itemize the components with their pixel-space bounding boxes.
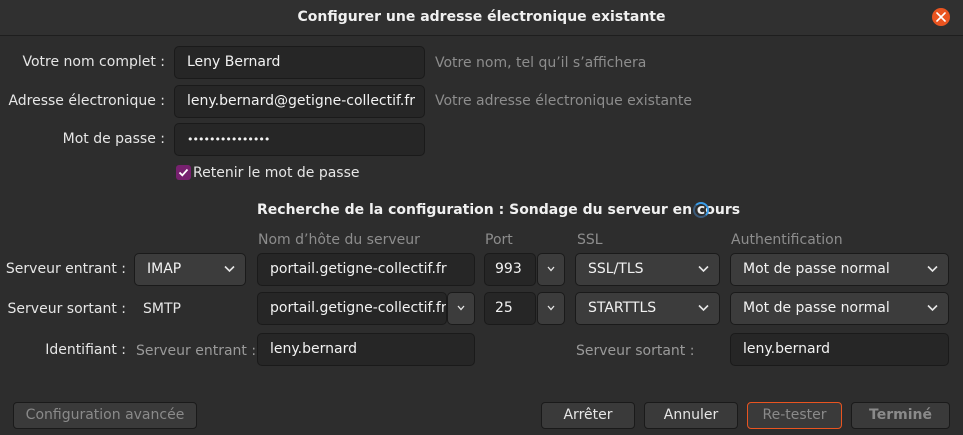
spinner-icon	[693, 202, 709, 218]
identity-outgoing-label: Serveur sortant :	[576, 343, 695, 359]
col-port: Port	[485, 232, 513, 248]
incoming-port-dropdown[interactable]	[537, 253, 565, 286]
outgoing-ssl-select[interactable]: STARTTLS	[575, 292, 720, 325]
config-status: Recherche de la configuration : Sondage …	[257, 202, 741, 218]
identity-incoming-label: Serveur entrant :	[136, 343, 257, 359]
incoming-protocol-select[interactable]: IMAP	[134, 253, 246, 286]
chevron-down-icon	[927, 265, 938, 273]
window-title: Configurer une adresse électronique exis…	[297, 9, 666, 25]
identity-outgoing-input[interactable]: leny.bernard	[730, 333, 949, 366]
name-input[interactable]: Leny Bernard	[174, 46, 425, 79]
incoming-port-input[interactable]: 993	[484, 253, 536, 286]
chevron-down-icon	[698, 304, 709, 312]
retest-button[interactable]: Re-tester	[747, 402, 842, 429]
advanced-config-button[interactable]: Configuration avancée	[13, 402, 197, 429]
chevron-down-icon	[547, 305, 555, 311]
email-input[interactable]: leny.bernard@getigne-collectif.fr	[174, 85, 425, 118]
outgoing-auth-select[interactable]: Mot de passe normal	[730, 292, 949, 325]
chevron-down-icon	[547, 266, 555, 272]
outgoing-port-input[interactable]: 25	[484, 292, 536, 325]
incoming-auth-value: Mot de passe normal	[743, 261, 890, 277]
identity-label: Identifiant :	[45, 342, 126, 358]
chevron-down-icon	[927, 304, 938, 312]
title-bar: Configurer une adresse électronique exis…	[0, 0, 963, 36]
check-icon	[178, 168, 189, 177]
chevron-down-icon	[698, 265, 709, 273]
outgoing-auth-value: Mot de passe normal	[743, 300, 890, 316]
incoming-protocol-value: IMAP	[147, 261, 182, 277]
outgoing-host-input[interactable]: portail.getigne-collectif.fr	[257, 292, 447, 325]
col-host: Nom d’hôte du serveur	[258, 232, 420, 248]
chevron-down-icon	[224, 265, 235, 273]
col-auth: Authentification	[731, 232, 843, 248]
col-ssl: SSL	[577, 232, 603, 248]
incoming-label: Serveur entrant :	[5, 261, 126, 277]
outgoing-port-dropdown[interactable]	[537, 292, 565, 325]
password-input[interactable]: •••••••••••••••	[174, 123, 425, 156]
identity-incoming-input[interactable]: leny.bernard	[257, 333, 475, 366]
outgoing-label: Serveur sortant :	[7, 301, 126, 317]
outgoing-host-dropdown[interactable]	[447, 292, 475, 325]
email-label: Adresse électronique :	[8, 93, 165, 109]
close-button[interactable]	[932, 8, 950, 26]
chevron-down-icon	[457, 305, 465, 311]
remember-password-label[interactable]: Retenir le mot de passe	[193, 165, 360, 181]
stop-button[interactable]: Arrêter	[541, 402, 635, 429]
outgoing-ssl-value: STARTTLS	[588, 300, 657, 316]
remember-password-checkbox[interactable]	[176, 165, 191, 180]
outgoing-protocol: SMTP	[143, 301, 181, 317]
password-label: Mot de passe :	[62, 131, 165, 147]
incoming-host-input[interactable]: portail.getigne-collectif.fr	[257, 253, 475, 286]
name-hint: Votre nom, tel qu’il s’affichera	[435, 55, 647, 71]
done-button[interactable]: Terminé	[851, 402, 950, 429]
cancel-button[interactable]: Annuler	[644, 402, 738, 429]
name-label: Votre nom complet :	[22, 54, 165, 70]
incoming-auth-select[interactable]: Mot de passe normal	[730, 253, 949, 286]
email-hint: Votre adresse électronique existante	[435, 93, 693, 109]
close-icon	[936, 12, 946, 22]
incoming-ssl-value: SSL/TLS	[588, 261, 644, 277]
incoming-ssl-select[interactable]: SSL/TLS	[575, 253, 720, 286]
